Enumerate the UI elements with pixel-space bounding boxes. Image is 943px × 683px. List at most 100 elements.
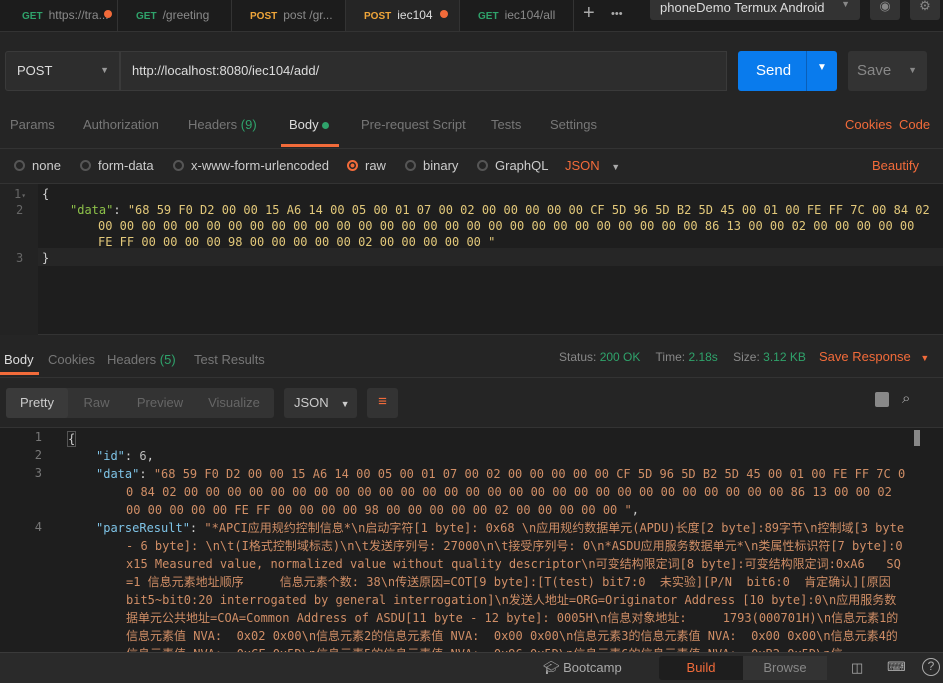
line-number: 1	[34, 430, 42, 444]
size-label: Size:	[733, 350, 760, 364]
request-tab[interactable]: POST post /gr...	[232, 0, 346, 31]
time-label: Time:	[655, 350, 686, 364]
radio-icon	[477, 160, 488, 171]
method-badge: GET	[22, 11, 43, 22]
tab-authorization[interactable]: Authorization	[83, 117, 159, 132]
response-meta: Status: 200 OK Time: 2.18s Size: 3.12 KB	[559, 350, 806, 364]
response-tab-headers[interactable]: Headers (5)	[107, 352, 176, 367]
format-label: JSON	[565, 158, 600, 173]
view-pretty[interactable]: Pretty	[6, 388, 68, 418]
divider	[0, 148, 943, 149]
radio-binary[interactable]: binary	[405, 158, 458, 173]
tab-body[interactable]: Body	[289, 117, 330, 132]
tab-more-button[interactable]: •••	[611, 8, 623, 20]
code-link[interactable]: Code	[899, 117, 930, 132]
code-line: "data": "68 59 F0 D2 00 00 15 A6 14 00 0…	[70, 203, 937, 249]
method-label: POST	[17, 63, 53, 78]
response-tab-body[interactable]: Body	[4, 352, 34, 367]
request-tab[interactable]: GET https://tra...	[4, 0, 118, 31]
save-response-button[interactable]: Save Response ▼	[819, 349, 929, 364]
tab-headers[interactable]: Headers (9)	[188, 117, 257, 132]
unsaved-dot	[104, 10, 112, 18]
keyboard-shortcuts-icon[interactable]: ⌨	[887, 659, 906, 675]
tab-settings[interactable]: Settings	[550, 117, 597, 132]
radio-urlencoded[interactable]: x-www-form-urlencoded	[173, 158, 329, 173]
request-tab-active[interactable]: POST iec104	[346, 0, 460, 31]
active-tab-underline	[281, 144, 339, 147]
tab-pre-request-script[interactable]: Pre-request Script	[361, 117, 466, 132]
body-format-select[interactable]: JSON ▼	[565, 158, 620, 173]
graduation-cap-icon: 🎓︎	[543, 660, 560, 675]
eye-icon[interactable]: ◉	[870, 0, 900, 20]
save-response-label: Save Response	[819, 349, 911, 364]
copy-icon[interactable]	[875, 392, 889, 407]
body-indicator-dot	[322, 122, 330, 129]
response-tab-test-results[interactable]: Test Results	[194, 352, 265, 367]
radio-label: x-www-form-urlencoded	[191, 158, 329, 173]
radio-graphql[interactable]: GraphQL	[477, 158, 548, 173]
response-tab-cookies[interactable]: Cookies	[48, 352, 95, 367]
view-raw[interactable]: Raw	[68, 388, 125, 418]
json-key: "parseResult"	[96, 521, 190, 535]
radio-raw[interactable]: raw	[347, 158, 386, 173]
bootcamp-button[interactable]: 🎓︎ Bootcamp	[543, 660, 622, 676]
chevron-down-icon: ▼	[908, 65, 917, 75]
radio-label: GraphQL	[495, 158, 549, 173]
search-icon[interactable]: ⌕	[902, 390, 910, 407]
tab-label: iec104/all	[504, 8, 556, 22]
radio-none[interactable]: none	[14, 158, 61, 173]
build-mode-button[interactable]: Build	[659, 656, 743, 680]
headers-count: (9)	[240, 117, 257, 132]
save-label: Save	[857, 62, 892, 79]
code-line: "data": "68 59 F0 D2 00 00 15 A6 14 00 0…	[96, 467, 906, 517]
radio-icon	[173, 160, 184, 171]
tab-tests[interactable]: Tests	[491, 117, 521, 132]
radio-label: raw	[365, 158, 386, 173]
wrap-lines-icon[interactable]: ≡	[367, 388, 398, 418]
save-button[interactable]: Save ▼	[848, 51, 927, 91]
cookies-link[interactable]: Cookies	[845, 117, 892, 132]
request-body-editor[interactable]: 1▾ 2 3 { "data": "68 59 F0 D2 00 00 15 A…	[0, 183, 943, 335]
radio-label: none	[32, 158, 61, 173]
help-icon[interactable]: ?	[922, 658, 940, 676]
radio-form-data[interactable]: form-data	[80, 158, 154, 173]
tab-label: Headers	[188, 117, 238, 132]
build-browse-toggle: Build Browse	[659, 656, 827, 680]
json-key: "data"	[96, 467, 140, 481]
radio-icon	[80, 160, 91, 171]
method-badge: POST	[250, 11, 278, 22]
radio-icon	[14, 160, 25, 171]
request-tab[interactable]: GET/greeting	[118, 0, 232, 31]
two-pane-icon[interactable]: ◫	[851, 660, 863, 676]
status-value: 200 OK	[599, 350, 641, 364]
tab-params[interactable]: Params	[10, 117, 55, 132]
request-tab[interactable]: GET iec104/all	[460, 0, 574, 31]
response-body-viewer[interactable]: 1 2 3 4 { "id": 6, "data": "68 59 F0 D2 …	[0, 427, 943, 652]
line-number: 3	[16, 251, 24, 265]
new-tab-button[interactable]: +	[583, 2, 595, 25]
environment-select[interactable]: phoneDemo Termux Android ▼	[650, 0, 860, 20]
bootcamp-label: Bootcamp	[563, 660, 622, 675]
send-options-chevron-icon[interactable]: ▼	[806, 51, 837, 91]
radio-selected-icon	[347, 160, 358, 171]
view-mode-segmented: Pretty Raw Preview Visualize	[6, 388, 274, 418]
scrollbar-thumb[interactable]	[914, 430, 920, 446]
view-visualize[interactable]: Visualize	[195, 388, 273, 418]
response-format-select[interactable]: JSON ▼	[284, 388, 357, 418]
headers-count: (5)	[159, 352, 176, 367]
unsaved-dot	[440, 10, 448, 18]
gear-icon[interactable]: ⚙	[910, 0, 940, 20]
line-number: 2	[34, 448, 42, 462]
size-value: 3.12 KB	[763, 350, 806, 364]
code-line: "parseResult": "*APCI应用规约控制信息*\n启动字符[1 b…	[96, 519, 906, 652]
view-preview[interactable]: Preview	[125, 388, 195, 418]
method-select[interactable]: POST ▼	[5, 51, 120, 91]
send-button[interactable]: Send ▼	[738, 51, 837, 91]
browse-mode-button[interactable]: Browse	[743, 656, 827, 680]
url-input[interactable]: http://localhost:8080/iec104/add/	[120, 51, 727, 91]
radio-label: form-data	[98, 158, 154, 173]
json-number: 6	[139, 449, 147, 463]
tab-label: Headers	[107, 352, 157, 367]
radio-label: binary	[423, 158, 459, 173]
beautify-button[interactable]: Beautify	[872, 158, 919, 173]
